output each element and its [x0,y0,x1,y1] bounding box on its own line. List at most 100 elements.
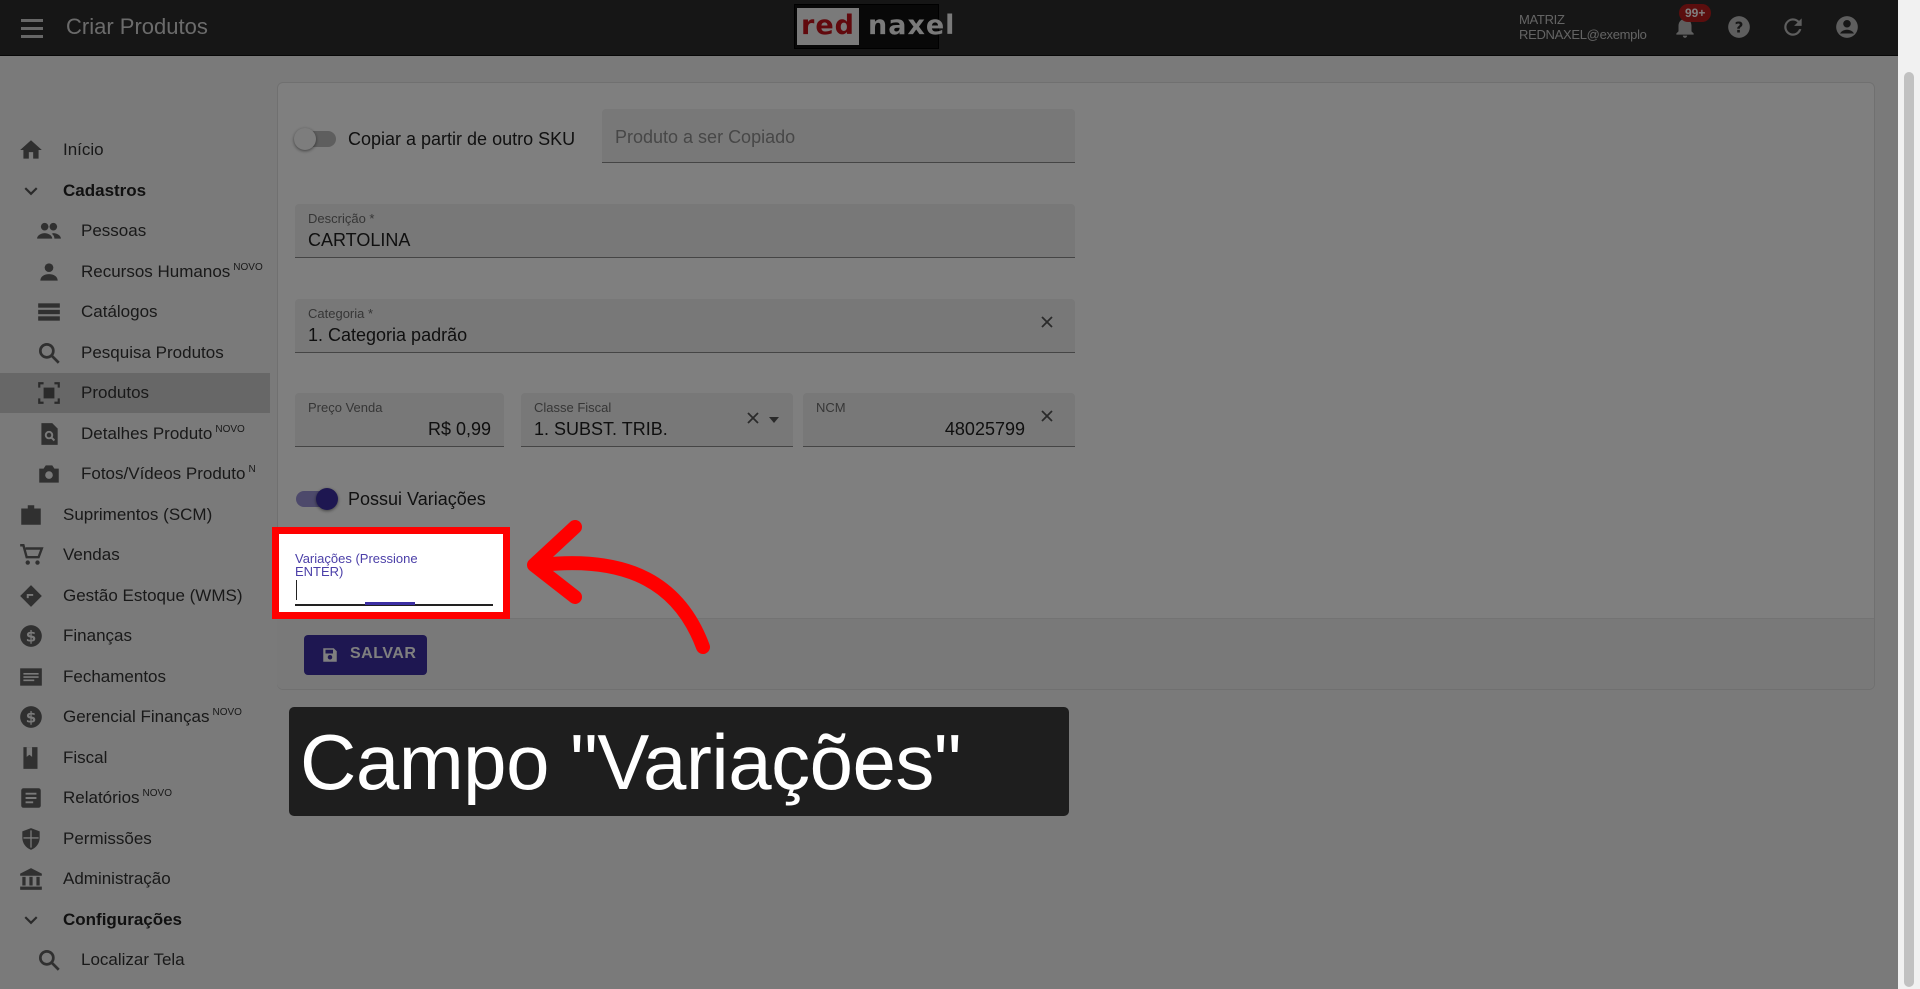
list-icon [38,303,60,321]
product-to-copy-placeholder: Produto a ser Copiado [615,127,796,147]
user-company: MATRIZ [1519,12,1565,27]
possui-variacoes-toggle[interactable] [296,488,338,510]
variacoes-field-label: Variações (Pressione ENTER) [295,551,418,579]
sidebar-item-gestao-estoque[interactable]: Gestão Estoque (WMS) [0,576,270,616]
account-circle-icon[interactable] [1834,14,1860,40]
sidebar-item-label: Fechamentos [63,667,166,686]
ncm-field[interactable]: NCM 48025799 [803,393,1075,447]
chevron-down-icon [24,187,38,196]
form-footer [277,618,1874,689]
sidebar-item-detalhes-produto[interactable]: Detalhes Produto NOVO [0,414,270,454]
sidebar-item-pesquisa-produtos[interactable]: Pesquisa Produtos [0,333,270,373]
novo-tag: N [248,464,256,475]
novo-tag: NOVO [233,262,263,273]
possui-variacoes-label: Possui Variações [348,489,486,509]
sidebar-item-label: Localizar Tela [81,950,185,969]
variacoes-field-highlight[interactable]: Variações (Pressione ENTER) [272,527,510,619]
sidebar-group-configuracoes[interactable]: Configurações [0,900,270,940]
clear-categoria-icon[interactable] [1040,315,1054,329]
categoria-label: Categoria * [308,306,374,321]
sidebar-item-label: Catálogos [81,302,158,321]
sidebar-item-relatorios[interactable]: Relatórios NOVO [0,778,270,818]
sidebar-item-fiscal[interactable]: Fiscal [0,738,270,778]
save-icon [323,648,337,662]
notifications-badge: 99+ [1679,4,1712,22]
descricao-label: Descrição * [308,211,375,226]
sidebar-group-cadastros[interactable]: Cadastros [0,171,270,211]
diamond-icon [20,585,42,607]
sidebar-item-fechamentos[interactable]: Fechamentos [0,657,270,697]
descricao-value: CARTOLINA [308,230,411,250]
brand-logo: red naxel [794,4,954,49]
help-icon[interactable]: ? [1726,14,1752,40]
sidebar-item-label: Gestão Estoque (WMS) [63,586,243,605]
sidebar-item-inicio[interactable]: Início [0,130,270,170]
sidebar-item-label: Configurações [63,910,183,929]
dollar-icon: $ [20,625,42,647]
classe-fiscal-label: Classe Fiscal [534,400,612,415]
page-title: Criar Produtos [66,14,208,39]
sidebar-item-catalogos[interactable]: Catálogos [0,292,270,332]
descricao-field[interactable]: Descrição * CARTOLINA [295,204,1075,258]
product-to-copy-field[interactable]: Produto a ser Copiado [602,109,1075,163]
refresh-icon[interactable] [1780,14,1806,40]
ncm-value: 48025799 [944,419,1025,439]
sidebar-item-gerencial-financas[interactable]: $ Gerencial Finanças NOVO [0,697,270,737]
svg-text:?: ? [1735,18,1744,36]
sidebar-item-label-wrap: Gerencial Finanças NOVO [63,707,242,727]
sidebar-item-permissoes[interactable]: Permissões [0,819,270,859]
sidebar-item-suprimentos[interactable]: Suprimentos (SCM) [0,495,270,535]
classe-fiscal-select[interactable]: Classe Fiscal 1. SUBST. TRIB. [521,393,793,447]
save-label: SALVAR [350,645,417,662]
logo-naxel-text: naxel [868,10,956,41]
sidebar-item-produtos[interactable]: Produtos [0,373,270,413]
callout-text: Campo "Variações" [300,718,962,806]
home-icon [20,140,42,159]
page-scrollbar[interactable] [1898,0,1920,989]
novo-tag: NOVO [215,424,245,435]
top-app-bar: Criar Produtos red naxel MATRIZ REDNAXEL… [0,0,1898,56]
hamburger-menu-icon[interactable] [18,14,46,42]
receipt-icon [20,668,42,686]
categoria-value: 1. Categoria padrão [308,325,468,345]
scrollbar-thumb[interactable] [1904,72,1914,987]
book-icon [23,747,38,769]
sidebar-item-vendas[interactable]: Vendas [0,535,270,575]
person-icon [40,263,58,281]
camera-icon [39,465,59,483]
sidebar-item-administracao[interactable]: Administração [0,859,270,899]
chevron-down-icon [24,916,38,925]
clear-classe-fiscal-icon[interactable] [746,411,760,425]
logo-red-text: red [797,8,859,45]
ncm-label: NCM [816,400,846,415]
sidebar-item-label: Fiscal [63,748,108,767]
sidebar-item-fotos-videos-produto[interactable]: Fotos/Vídeos Produto N [0,454,270,494]
sidebar-item-localizar-tela[interactable]: Localizar Tela [0,940,270,980]
svg-text:$: $ [26,708,37,726]
save-button[interactable]: SALVAR [304,635,427,675]
bank-icon [20,868,42,890]
sidebar-item-financas[interactable]: $ Finanças [0,616,270,656]
sidebar-item-label: Administração [63,869,171,888]
copy-sku-toggle[interactable] [294,128,336,150]
sidebar-item-label: Cadastros [63,181,147,200]
novo-tag: NOVO [212,707,242,718]
report-icon [21,788,41,808]
variacoes-input-value[interactable] [295,578,493,602]
categoria-field[interactable]: Categoria * 1. Categoria padrão [295,299,1075,353]
sidebar-item-label-wrap: Recursos Humanos NOVO [81,262,263,282]
user-email: REDNAXEL@exemplo [1519,27,1647,42]
sidebar-item-label: Fotos/Vídeos Produto [81,464,246,483]
clear-ncm-icon[interactable] [1040,409,1054,423]
people-icon [37,222,61,239]
doc-search-icon [41,423,58,445]
preco-venda-value: R$ 0,99 [427,419,491,439]
sidebar-item-pessoas[interactable]: Pessoas [0,211,270,251]
sidebar-item-recursos-humanos[interactable]: Recursos Humanos NOVO [0,252,270,292]
shield-icon [22,828,40,850]
sidebar-item-label: Permissões [63,829,152,848]
sidebar-item-label: Vendas [63,545,120,564]
search-icon [38,342,60,364]
dropdown-arrow-icon[interactable] [767,413,781,427]
preco-venda-field[interactable]: Preço Venda R$ 0,99 [295,393,504,447]
